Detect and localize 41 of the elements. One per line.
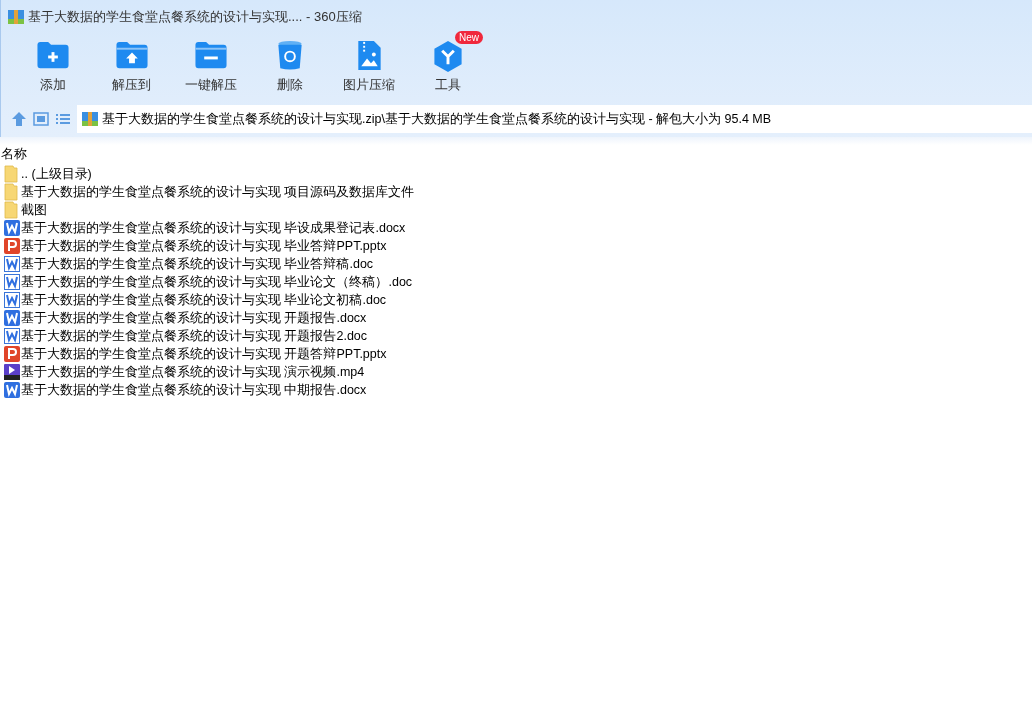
file-row[interactable]: 基于大数据的学生食堂点餐系统的设计与实现 项目源码及数据库文件: [4, 183, 419, 201]
file-row[interactable]: 基于大数据的学生食堂点餐系统的设计与实现 毕设成果登记表.docx: [4, 219, 410, 237]
word-document-icon: [4, 291, 20, 309]
word-document-icon: [4, 273, 20, 291]
toolbar-button[interactable]: New 工具: [408, 33, 487, 95]
word-document-icon: [4, 381, 20, 399]
view-icon[interactable]: [33, 112, 49, 126]
folder-icon: [4, 201, 20, 219]
file-row[interactable]: 基于大数据的学生食堂点餐系统的设计与实现 毕业答辩PPT.pptx: [4, 237, 391, 255]
list-view-icon[interactable]: [55, 112, 71, 126]
file-row[interactable]: 基于大数据的学生食堂点餐系统的设计与实现 开题报告.docx: [4, 309, 371, 327]
folder-icon: [4, 165, 20, 183]
word-document-icon: [4, 309, 20, 327]
toolbar-button[interactable]: 添加: [13, 33, 92, 95]
word-document-icon: [4, 255, 20, 273]
toolbar-button[interactable]: 删除: [250, 33, 329, 95]
file-row[interactable]: 基于大数据的学生食堂点餐系统的设计与实现 毕业论文（终稿）.doc: [4, 273, 417, 291]
word-document-icon: [4, 219, 20, 237]
archive-icon: [8, 9, 24, 24]
file-row[interactable]: 基于大数据的学生食堂点餐系统的设计与实现 开题报告2.doc: [4, 327, 372, 345]
file-row[interactable]: 基于大数据的学生食堂点餐系统的设计与实现 毕业答辩稿.doc: [4, 255, 378, 273]
toolbar-button[interactable]: 一键解压: [171, 33, 250, 95]
column-header[interactable]: 名称: [0, 144, 27, 164]
window-title: 基于大数据的学生食堂点餐系统的设计与实现.... - 360压缩: [28, 7, 362, 26]
up-arrow-icon[interactable]: [11, 111, 27, 127]
word-document-icon: [4, 327, 20, 345]
file-row[interactable]: 基于大数据的学生食堂点餐系统的设计与实现 演示视频.mp4: [4, 363, 369, 381]
archive-icon: [82, 112, 98, 126]
file-row[interactable]: 截图: [4, 201, 51, 219]
toolbar-button[interactable]: 图片压缩: [329, 33, 408, 95]
presentation-file-icon: [4, 345, 20, 363]
presentation-file-icon: [4, 237, 20, 255]
file-row[interactable]: 基于大数据的学生食堂点餐系统的设计与实现 毕业论文初稿.doc: [4, 291, 391, 309]
video-file-icon: [4, 363, 20, 381]
file-row[interactable]: 基于大数据的学生食堂点餐系统的设计与实现 中期报告.docx: [4, 381, 371, 399]
file-row[interactable]: .. (上级目录): [4, 165, 96, 183]
file-row[interactable]: 基于大数据的学生食堂点餐系统的设计与实现 开题答辩PPT.pptx: [4, 345, 391, 363]
path-field[interactable]: 基于大数据的学生食堂点餐系统的设计与实现.zip\基于大数据的学生食堂点餐系统的设计与实现 - 解包大小为 95.4 MB: [77, 105, 1032, 133]
toolbar-button[interactable]: 解压到: [92, 33, 171, 95]
folder-icon: [4, 183, 20, 201]
new-badge: New: [455, 31, 483, 44]
